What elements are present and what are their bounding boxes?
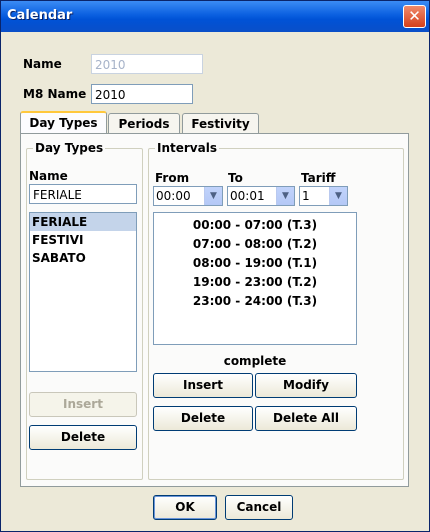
day-type-insert-button[interactable]: Insert bbox=[29, 392, 137, 417]
day-type-name-field[interactable]: FERIALE bbox=[29, 184, 137, 204]
name-field: 2010 bbox=[91, 54, 203, 74]
tariff-select[interactable]: 1 ▼ bbox=[299, 186, 348, 206]
day-types-list[interactable]: FERIALE FESTIVI SABATO bbox=[29, 212, 137, 372]
status-text: complete bbox=[223, 354, 287, 368]
day-type-delete-button[interactable]: Delete bbox=[29, 425, 137, 450]
list-item[interactable]: 07:00 - 08:00 (T.2) bbox=[154, 235, 356, 254]
chevron-down-icon[interactable]: ▼ bbox=[276, 187, 294, 205]
interval-delete-button[interactable]: Delete bbox=[153, 406, 253, 431]
list-item[interactable]: 00:00 - 07:00 (T.3) bbox=[154, 216, 356, 235]
from-select[interactable]: 00:00 ▼ bbox=[153, 186, 223, 206]
m8name-field[interactable]: 2010 bbox=[91, 84, 193, 104]
name-label: Name bbox=[23, 57, 62, 71]
to-select-value: 00:01 bbox=[230, 189, 265, 203]
day-type-name-label: Name bbox=[29, 169, 68, 183]
list-item[interactable]: FERIALE bbox=[30, 213, 136, 231]
m8name-label: M8 Name bbox=[23, 87, 87, 101]
interval-delete-all-button[interactable]: Delete All bbox=[255, 406, 357, 431]
from-label: From bbox=[155, 171, 190, 185]
from-select-value: 00:00 bbox=[156, 189, 191, 203]
to-select[interactable]: 00:01 ▼ bbox=[227, 186, 295, 206]
calendar-dialog: Calendar ✕ Name 2010 M8 Name 2010 Day Ty… bbox=[0, 0, 430, 532]
to-label: To bbox=[228, 171, 243, 185]
list-item[interactable]: 23:00 - 24:00 (T.3) bbox=[154, 292, 356, 311]
chevron-down-icon[interactable]: ▼ bbox=[204, 187, 222, 205]
day-types-panel: Day Types Name FERIALE FERIALE FESTIVI S… bbox=[20, 133, 409, 487]
list-item[interactable]: 08:00 - 19:00 (T.1) bbox=[154, 254, 356, 273]
intervals-group: Intervals From To Tariff 00:00 ▼ 00:01 ▼… bbox=[148, 141, 404, 480]
tab-festivity[interactable]: Festivity bbox=[182, 113, 259, 135]
close-icon[interactable]: ✕ bbox=[403, 5, 426, 28]
title-bar[interactable]: Calendar ✕ bbox=[1, 1, 429, 32]
intervals-group-title: Intervals bbox=[155, 141, 219, 155]
list-item[interactable]: 19:00 - 23:00 (T.2) bbox=[154, 273, 356, 292]
list-item[interactable]: FESTIVI bbox=[30, 231, 136, 249]
interval-insert-button[interactable]: Insert bbox=[153, 373, 253, 398]
tab-periods[interactable]: Periods bbox=[108, 113, 180, 135]
intervals-list[interactable]: 00:00 - 07:00 (T.3) 07:00 - 08:00 (T.2) … bbox=[153, 212, 357, 345]
chevron-down-icon[interactable]: ▼ bbox=[329, 187, 347, 205]
tariff-select-value: 1 bbox=[302, 189, 310, 203]
list-item[interactable]: SABATO bbox=[30, 249, 136, 267]
tariff-label: Tariff bbox=[301, 171, 336, 185]
interval-modify-button[interactable]: Modify bbox=[255, 373, 357, 398]
ok-button[interactable]: OK bbox=[153, 495, 217, 520]
day-types-group-title: Day Types bbox=[33, 141, 106, 155]
window-title: Calendar bbox=[7, 8, 73, 23]
day-types-group: Day Types Name FERIALE FERIALE FESTIVI S… bbox=[26, 141, 143, 480]
cancel-button[interactable]: Cancel bbox=[225, 495, 293, 520]
tab-day-types[interactable]: Day Types bbox=[20, 111, 107, 135]
